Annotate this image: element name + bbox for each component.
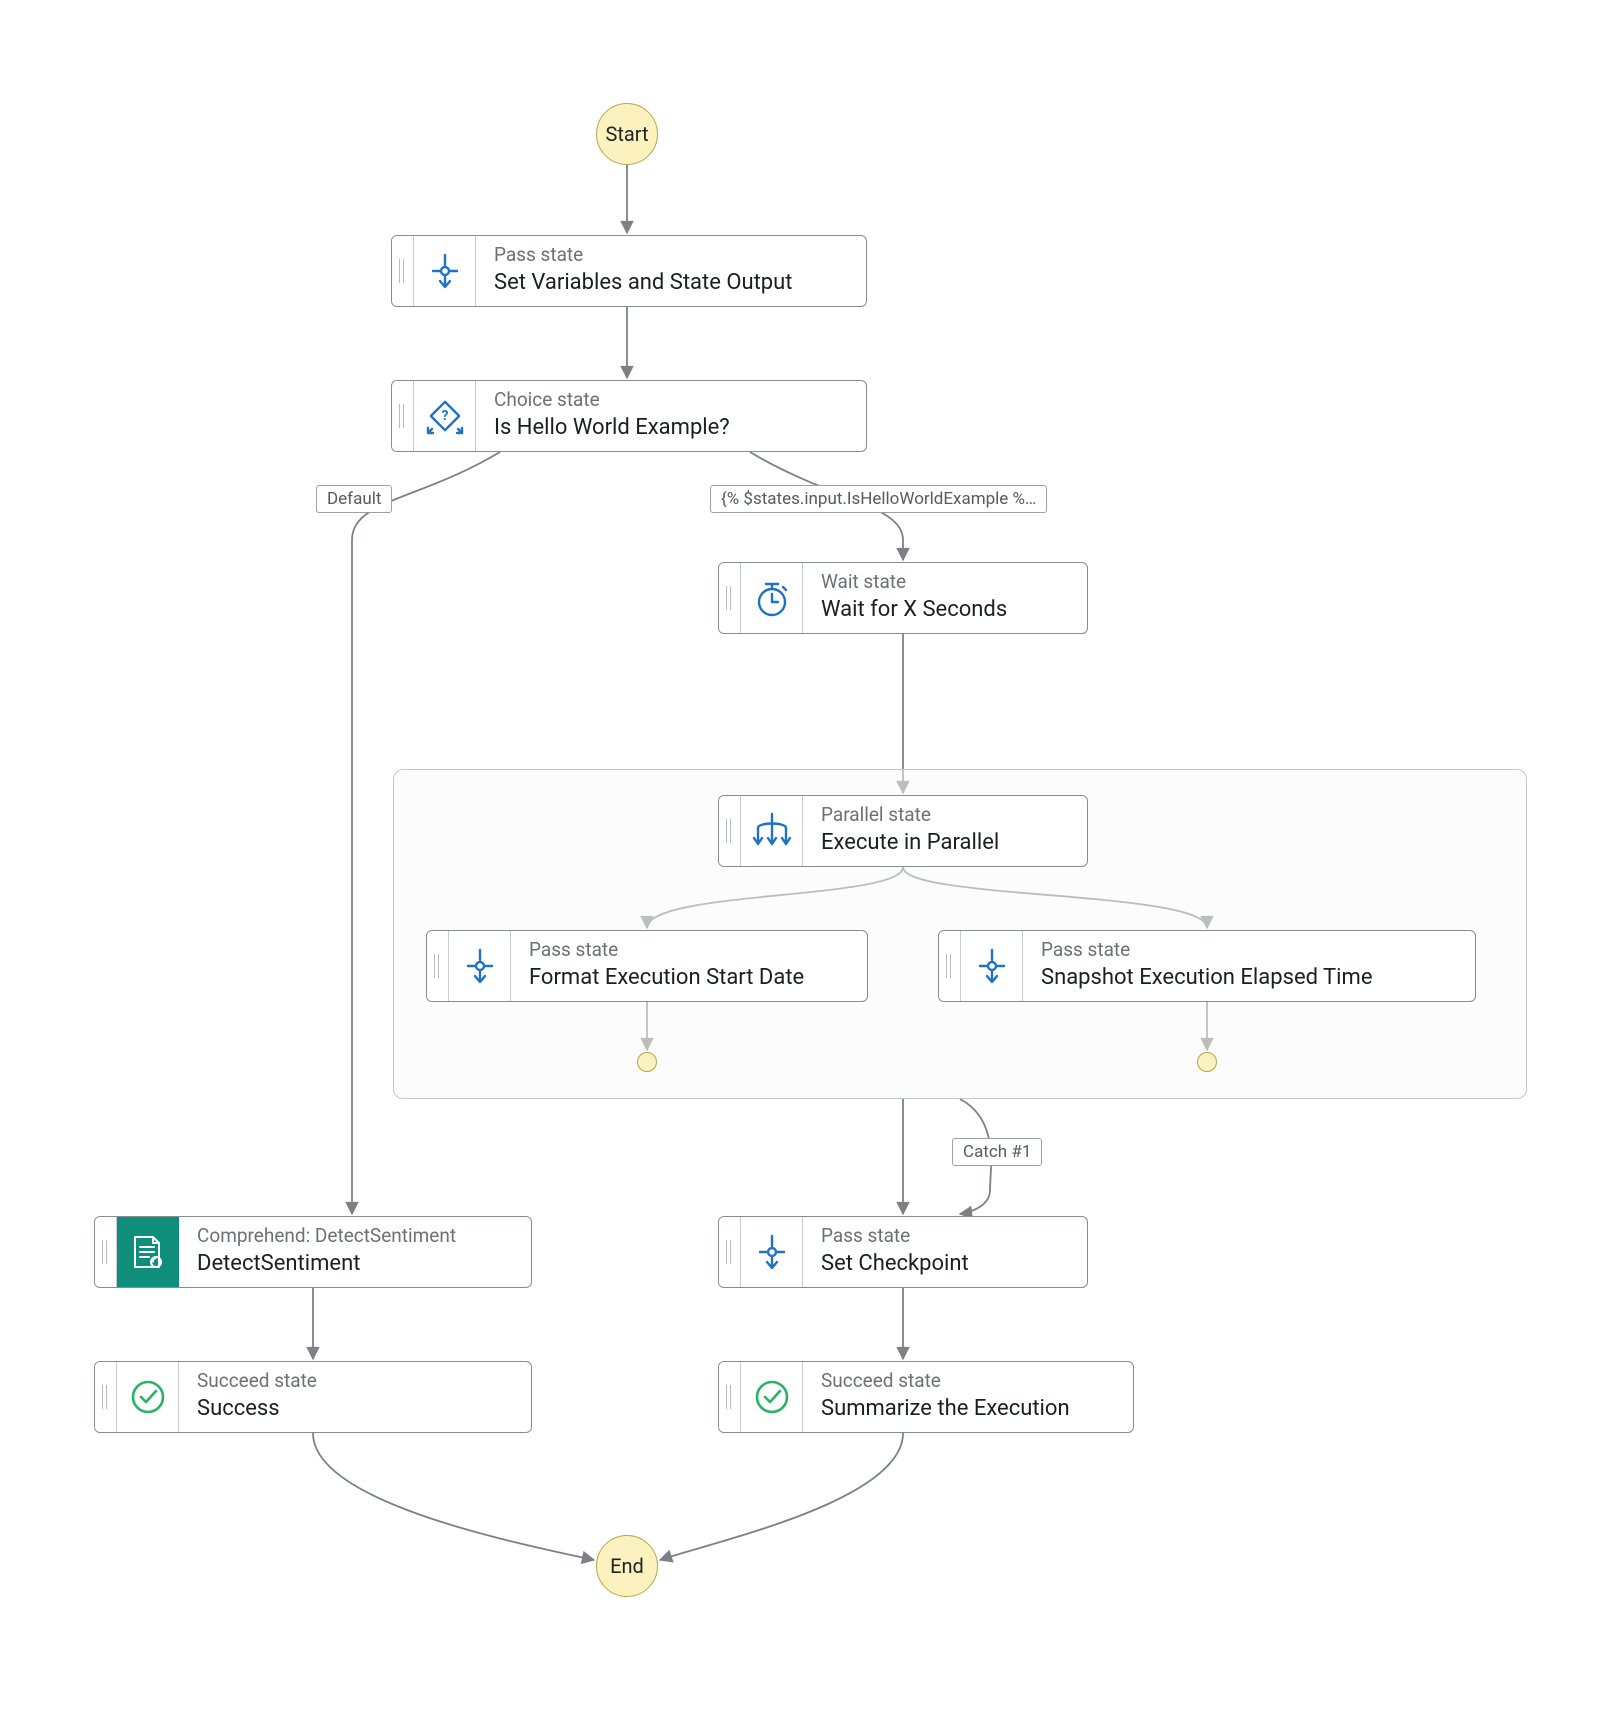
parallel-icon	[741, 796, 803, 866]
edge-label-default: Default	[316, 485, 392, 513]
wait-icon	[741, 563, 803, 633]
node-name-label: Wait for X Seconds	[821, 596, 1069, 625]
drag-handle[interactable]	[719, 563, 741, 633]
node-name-label: Set Checkpoint	[821, 1250, 1069, 1279]
succeed-icon	[117, 1362, 179, 1432]
succeed-icon	[741, 1362, 803, 1432]
svg-text:?: ?	[441, 408, 448, 424]
node-type-label: Pass state	[494, 244, 848, 267]
edge-label-catch: Catch #1	[952, 1138, 1042, 1166]
node-type-label: Pass state	[529, 939, 849, 962]
drag-handle[interactable]	[95, 1362, 117, 1432]
node-name-label: Summarize the Execution	[821, 1395, 1115, 1424]
node-type-label: Parallel state	[821, 804, 1069, 827]
pass-icon	[961, 931, 1023, 1001]
node-type-label: Pass state	[1041, 939, 1457, 962]
start-label: Start	[605, 122, 648, 146]
node-summarize[interactable]: Succeed state Summarize the Execution	[718, 1361, 1134, 1433]
end-label: End	[610, 1554, 644, 1578]
end-terminal[interactable]: End	[596, 1535, 658, 1597]
drag-handle[interactable]	[719, 796, 741, 866]
start-terminal[interactable]: Start	[596, 103, 658, 165]
pass-icon	[414, 236, 476, 306]
pass-icon	[741, 1217, 803, 1287]
drag-handle[interactable]	[95, 1217, 117, 1287]
drag-handle[interactable]	[392, 381, 414, 451]
choice-icon: ?	[414, 381, 476, 451]
node-type-label: Succeed state	[821, 1370, 1115, 1393]
node-type-label: Wait state	[821, 571, 1069, 594]
drag-handle[interactable]	[939, 931, 961, 1001]
drag-handle[interactable]	[719, 1217, 741, 1287]
node-detect-sentiment[interactable]: Comprehend: DetectSentiment DetectSentim…	[94, 1216, 532, 1288]
drag-handle[interactable]	[392, 236, 414, 306]
branch-end-terminal	[637, 1052, 657, 1072]
node-name-label: Set Variables and State Output	[494, 269, 848, 298]
node-type-label: Comprehend: DetectSentiment	[197, 1225, 513, 1248]
node-set-variables[interactable]: Pass state Set Variables and State Outpu…	[391, 235, 867, 307]
node-type-label: Choice state	[494, 389, 848, 412]
node-name-label: DetectSentiment	[197, 1250, 513, 1279]
drag-handle[interactable]	[427, 931, 449, 1001]
node-format-date[interactable]: Pass state Format Execution Start Date	[426, 930, 868, 1002]
node-snapshot-time[interactable]: Pass state Snapshot Execution Elapsed Ti…	[938, 930, 1476, 1002]
node-wait[interactable]: Wait state Wait for X Seconds	[718, 562, 1088, 634]
branch-end-terminal	[1197, 1052, 1217, 1072]
node-success[interactable]: Succeed state Success	[94, 1361, 532, 1433]
pass-icon	[449, 931, 511, 1001]
node-set-checkpoint[interactable]: Pass state Set Checkpoint	[718, 1216, 1088, 1288]
node-type-label: Pass state	[821, 1225, 1069, 1248]
node-type-label: Succeed state	[197, 1370, 513, 1393]
comprehend-icon	[117, 1217, 179, 1287]
node-name-label: Format Execution Start Date	[529, 964, 849, 993]
node-name-label: Success	[197, 1395, 513, 1424]
node-name-label: Execute in Parallel	[821, 829, 1069, 858]
drag-handle[interactable]	[719, 1362, 741, 1432]
node-name-label: Snapshot Execution Elapsed Time	[1041, 964, 1457, 993]
node-name-label: Is Hello World Example?	[494, 414, 848, 443]
edge-label-condition: {% $states.input.IsHelloWorldExample %…	[710, 485, 1047, 513]
node-parallel[interactable]: Parallel state Execute in Parallel	[718, 795, 1088, 867]
node-choice[interactable]: ? Choice state Is Hello World Example?	[391, 380, 867, 452]
